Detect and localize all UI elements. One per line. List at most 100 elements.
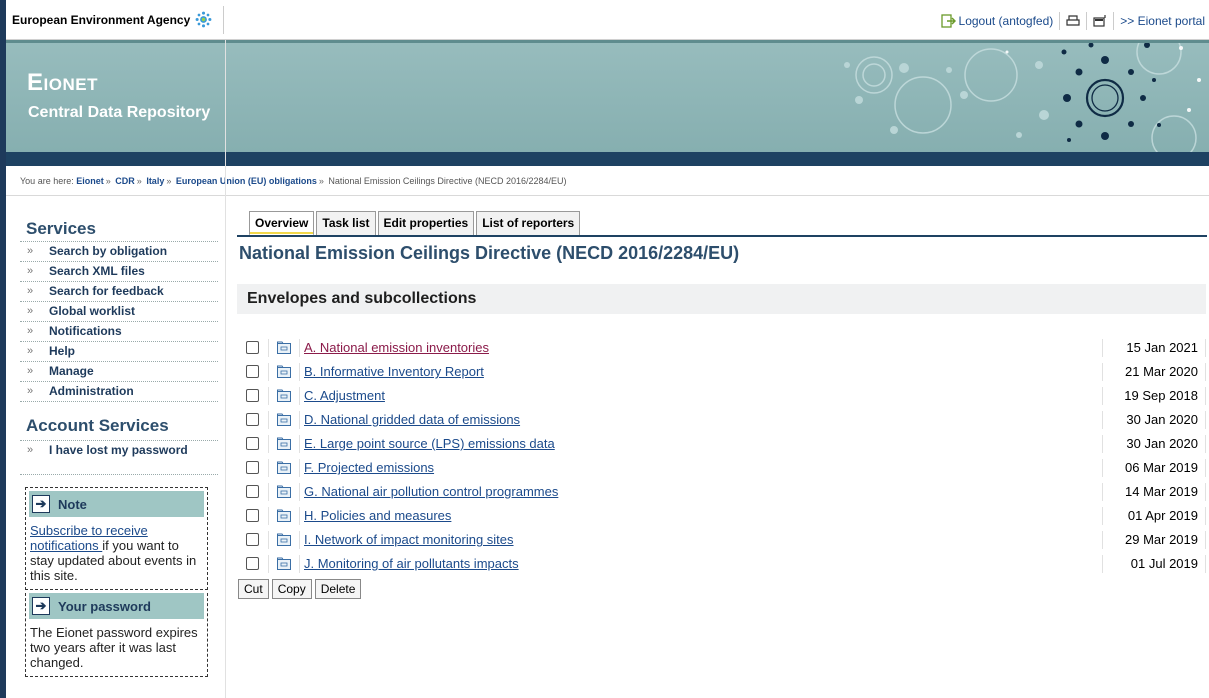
- sidebar-item-help[interactable]: » Help: [20, 342, 218, 362]
- tab-edit-properties[interactable]: Edit properties: [377, 211, 475, 236]
- divider: [1205, 459, 1206, 477]
- services-heading: Services: [26, 219, 96, 238]
- list-item: H. Policies and measures 01 Apr 2019: [240, 504, 1206, 528]
- row-checkbox[interactable]: [246, 341, 259, 354]
- sidebar-item-global-worklist[interactable]: » Global worklist: [20, 302, 218, 322]
- row-checkbox[interactable]: [246, 533, 259, 546]
- divider: [299, 483, 300, 501]
- divider: [1205, 387, 1206, 405]
- bullet-icon: »: [27, 385, 34, 397]
- envelope-date: 15 Jan 2021: [1126, 340, 1198, 355]
- account-services-heading: Account Services: [26, 416, 169, 435]
- divider: [299, 387, 300, 405]
- divider: [268, 555, 269, 573]
- envelope-link[interactable]: D. National gridded data of emissions: [304, 412, 520, 427]
- sidebar-item-label: Notifications: [49, 324, 122, 338]
- envelope-date: 06 Mar 2019: [1125, 460, 1198, 475]
- divider: [1102, 507, 1103, 525]
- sidebar-item-search-for-feedback[interactable]: » Search for feedback: [20, 282, 218, 302]
- folder-icon: [277, 557, 291, 570]
- folder-icon: [277, 437, 291, 450]
- folder-icon: [277, 461, 291, 474]
- divider: [1059, 12, 1061, 30]
- sidebar-item-search-by-obligation[interactable]: » Search by obligation: [20, 242, 218, 262]
- folder-icon: [277, 485, 291, 498]
- row-checkbox[interactable]: [246, 365, 259, 378]
- envelope-link[interactable]: F. Projected emissions: [304, 460, 434, 475]
- envelope-link[interactable]: C. Adjustment: [304, 388, 385, 403]
- sidebar-item-label: Manage: [49, 364, 94, 378]
- eionet-portal-link[interactable]: >> Eionet portal: [1120, 14, 1205, 28]
- sidebar-item-label: Global worklist: [49, 304, 136, 318]
- account-services-menu: » I have lost my password: [20, 440, 218, 475]
- envelope-link[interactable]: G. National air pollution control progra…: [304, 484, 558, 499]
- envelope-link[interactable]: J. Monitoring of air pollutants impacts: [304, 556, 519, 571]
- row-checkbox[interactable]: [246, 389, 259, 402]
- sidebar-item-search-xml-files[interactable]: » Search XML files: [20, 262, 218, 282]
- tab-task-list[interactable]: Task list: [316, 211, 376, 236]
- breadcrumb-item-eu-obligations[interactable]: European Union (EU) obligations: [176, 176, 317, 186]
- copy-button[interactable]: Copy: [271, 579, 312, 599]
- breadcrumb-item-italy[interactable]: Italy: [146, 176, 164, 186]
- delete-button[interactable]: Delete: [314, 579, 362, 599]
- row-checkbox[interactable]: [246, 461, 259, 474]
- row-checkbox[interactable]: [246, 557, 259, 570]
- agency-name[interactable]: European Environment Agency: [12, 13, 190, 27]
- row-checkbox[interactable]: [246, 413, 259, 426]
- folder-icon: [277, 509, 291, 522]
- sidebar-item-notifications[interactable]: » Notifications: [20, 322, 218, 342]
- envelope-date: 21 Mar 2020: [1125, 364, 1198, 379]
- note-box: ➔ Note Subscribe to receive notification…: [25, 487, 208, 590]
- divider: [1102, 363, 1103, 381]
- list-item: F. Projected emissions 06 Mar 2019: [240, 456, 1206, 480]
- note-header: ➔ Note: [29, 491, 204, 517]
- bullet-icon: »: [27, 444, 34, 456]
- tab-list-of-reporters[interactable]: List of reporters: [476, 211, 581, 236]
- envelope-link[interactable]: I. Network of impact monitoring sites: [304, 532, 514, 547]
- envelope-link[interactable]: E. Large point source (LPS) emissions da…: [304, 436, 555, 451]
- row-checkbox[interactable]: [246, 485, 259, 498]
- envelope-date: 29 Mar 2019: [1125, 532, 1198, 547]
- sidebar-item-lost-password[interactable]: » I have lost my password: [20, 441, 218, 475]
- bullet-icon: »: [27, 345, 34, 357]
- bullet-icon: »: [27, 245, 34, 257]
- divider: [299, 435, 300, 453]
- tab-overview[interactable]: Overview: [249, 211, 315, 236]
- divider: [1102, 411, 1103, 429]
- logout-icon: [940, 14, 956, 28]
- envelope-link[interactable]: H. Policies and measures: [304, 508, 451, 523]
- list-item: C. Adjustment 19 Sep 2018: [240, 384, 1206, 408]
- divider: [268, 387, 269, 405]
- divider: [1102, 555, 1103, 573]
- list-item: E. Large point source (LPS) emissions da…: [240, 432, 1206, 456]
- sidebar-item-manage[interactable]: » Manage: [20, 362, 218, 382]
- envelope-link[interactable]: B. Informative Inventory Report: [304, 364, 484, 379]
- divider: [6, 195, 1209, 196]
- divider: [1205, 435, 1206, 453]
- divider: [1102, 483, 1103, 501]
- bullet-icon: »: [27, 325, 34, 337]
- logout-link[interactable]: Logout (antogfed): [940, 14, 1053, 28]
- fullscreen-icon[interactable]: [1093, 14, 1107, 28]
- section-header: Envelopes and subcollections: [237, 284, 1206, 314]
- breadcrumb-item-cdr[interactable]: CDR: [115, 176, 135, 186]
- folder-icon: [277, 533, 291, 546]
- password-box: ➔ Your password The Eionet password expi…: [25, 593, 208, 677]
- divider: [1102, 459, 1103, 477]
- row-checkbox[interactable]: [246, 437, 259, 450]
- bullet-icon: »: [27, 285, 34, 297]
- envelope-date: 19 Sep 2018: [1124, 388, 1198, 403]
- site-title[interactable]: Eionet: [27, 69, 98, 97]
- banner-circles-graphic: [844, 43, 1201, 152]
- row-checkbox[interactable]: [246, 509, 259, 522]
- divider: [1102, 435, 1103, 453]
- site-subtitle: Central Data Repository: [28, 104, 211, 121]
- sidebar-item-administration[interactable]: » Administration: [20, 382, 218, 402]
- breadcrumb-separator: »: [166, 176, 172, 186]
- print-icon[interactable]: [1066, 14, 1080, 28]
- top-bar: European Environment Agency Logout (anto…: [6, 0, 1209, 40]
- cut-button[interactable]: Cut: [238, 579, 269, 599]
- list-item: D. National gridded data of emissions 30 …: [240, 408, 1206, 432]
- envelope-link[interactable]: A. National emission inventories: [304, 340, 489, 355]
- breadcrumb-item-eionet[interactable]: Eionet: [76, 176, 104, 186]
